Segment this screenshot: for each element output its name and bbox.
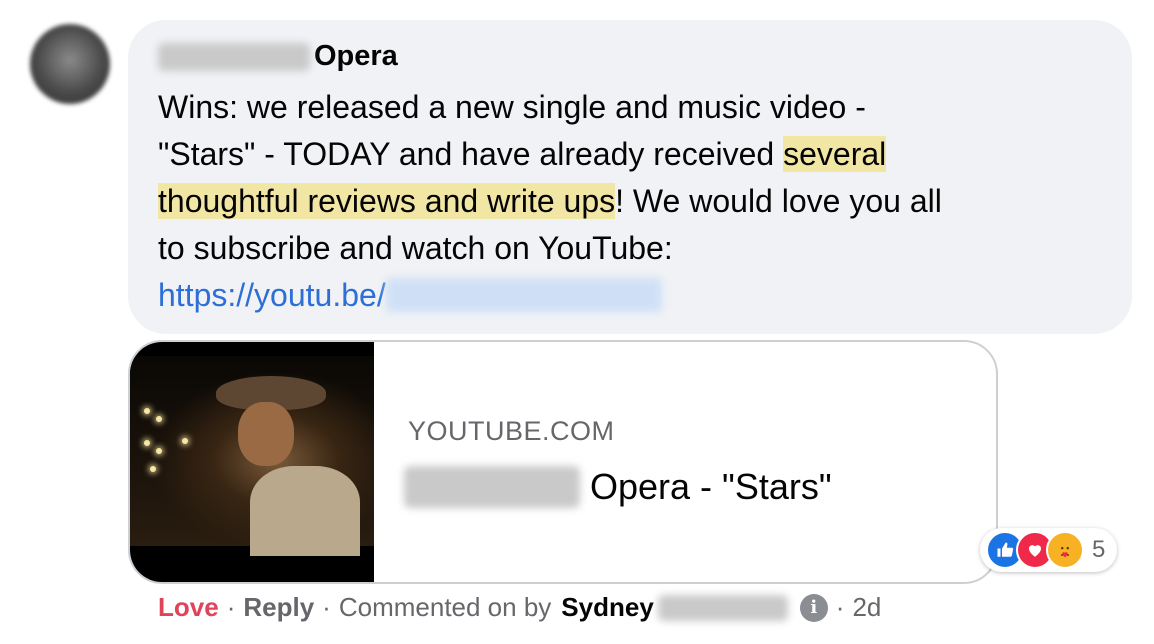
separator: · (226, 592, 236, 622)
comment-text-segment: ! We would love you all (615, 183, 942, 219)
comment-line: Wins: we released a new single and music… (158, 84, 1118, 131)
love-button[interactable]: Love (158, 592, 219, 623)
care-icon (1046, 531, 1084, 569)
comment-text-segment: "Stars" - TODAY and have already receive… (158, 136, 784, 172)
comment-actions: Love · Reply · Commented on by Sydney i … (158, 592, 881, 623)
figure-head (238, 402, 294, 466)
youtube-link-text[interactable]: https://youtu.be/ (158, 277, 386, 313)
separator: · (835, 592, 845, 622)
reactions-summary[interactable]: 5 (980, 528, 1118, 572)
light-dot (144, 408, 150, 414)
link-preview-card[interactable]: YOUTUBE.COM Opera - "Stars" (128, 340, 998, 584)
commenter-surname-redacted (657, 594, 788, 621)
highlighted-text: thoughtful reviews and write ups (158, 183, 616, 219)
figure-body (250, 466, 360, 556)
link-title-suffix: Opera - "Stars" (590, 466, 832, 507)
reply-button[interactable]: Reply (243, 592, 314, 623)
light-dot (182, 438, 188, 444)
youtube-link[interactable]: https://youtu.be/ (158, 272, 1118, 319)
commenter-name[interactable]: Sydney (561, 592, 654, 623)
link-title[interactable]: Opera - "Stars" (404, 466, 832, 508)
separator: · (322, 592, 331, 622)
comment-author[interactable]: Opera (158, 40, 398, 73)
author-name-suffix: Opera (314, 40, 398, 72)
comment-line: to subscribe and watch on YouTube: (158, 225, 1118, 272)
comment-line: thoughtful reviews and write ups! We wou… (158, 178, 1118, 225)
link-id-redacted (385, 278, 662, 312)
light-dot (156, 416, 162, 422)
light-dot (150, 466, 156, 472)
author-name-redacted (158, 42, 310, 71)
commenter-avatar[interactable] (30, 24, 110, 104)
video-thumbnail[interactable] (130, 342, 374, 582)
light-dot (144, 440, 150, 446)
thumbnail-scene (130, 356, 374, 556)
comment-line: "Stars" - TODAY and have already receive… (158, 131, 1118, 178)
reaction-count: 5 (1092, 536, 1106, 563)
light-dot (156, 448, 162, 454)
comment-text: Wins: we released a new single and music… (158, 84, 1118, 319)
link-title-redacted (404, 466, 580, 508)
commented-on-by-label: Commented on by (338, 592, 552, 622)
comment-text-segment: Wins: we released a new single and music… (158, 89, 866, 125)
highlighted-text: several (783, 136, 887, 172)
info-icon[interactable]: i (799, 593, 828, 622)
link-domain: YOUTUBE.COM (408, 416, 615, 446)
comment-timestamp[interactable]: 2d (852, 592, 881, 623)
comment-text-segment: to subscribe and watch on YouTube: (158, 230, 673, 266)
